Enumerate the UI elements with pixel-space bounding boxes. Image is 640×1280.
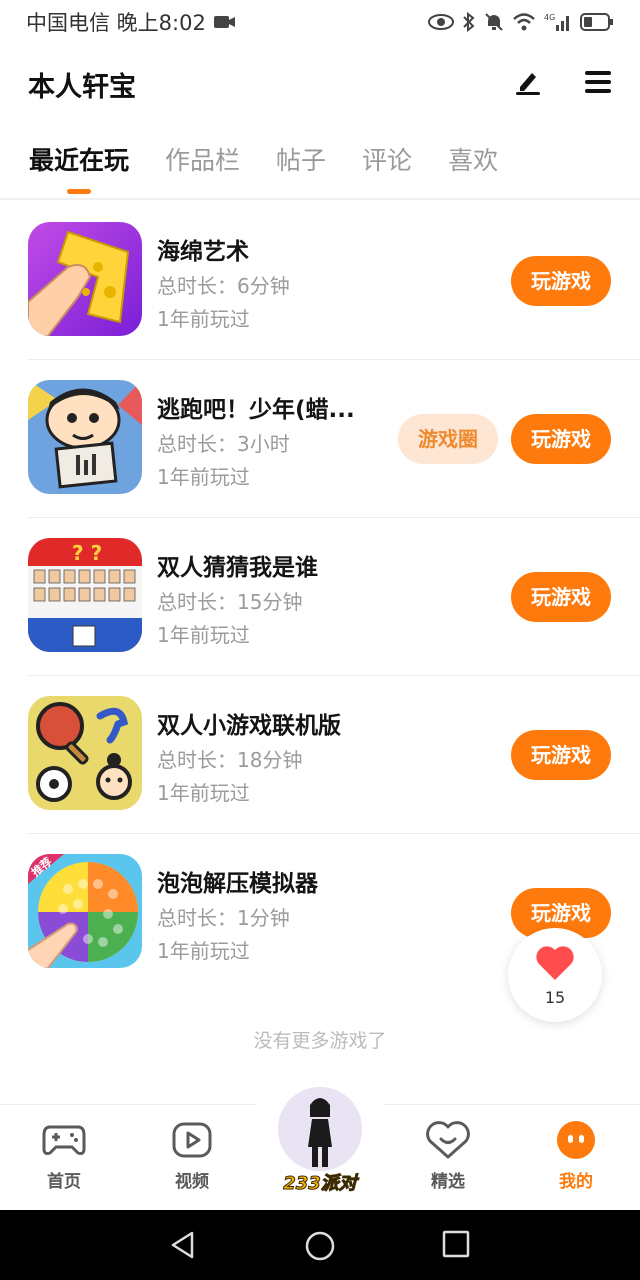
play-game-button[interactable]: 玩游戏 bbox=[511, 730, 611, 780]
carrier-time: 中国电信 晚上8:02 bbox=[26, 11, 206, 35]
nav-mine[interactable]: 我的 bbox=[526, 1121, 626, 1192]
gamepad-icon bbox=[42, 1123, 86, 1161]
nav-home-label: 首页 bbox=[47, 1172, 81, 1192]
video-recording-icon bbox=[213, 10, 236, 34]
heart-icon bbox=[534, 944, 576, 986]
game-icon-escape-boy[interactable] bbox=[28, 380, 142, 494]
profile-header: 本人轩宝 bbox=[0, 52, 640, 116]
play-game-button[interactable]: 玩游戏 bbox=[511, 572, 611, 622]
mute-bell-icon bbox=[484, 12, 504, 32]
system-navigation-bar bbox=[0, 1210, 640, 1280]
cellular-signal-icon: 4G bbox=[544, 13, 572, 31]
game-duration: 总时长：3小时 bbox=[157, 432, 290, 456]
video-play-icon bbox=[172, 1122, 212, 1162]
status-left: 中国电信 晚上8:02 bbox=[26, 7, 236, 37]
game-name: 海绵艺术 bbox=[157, 239, 249, 265]
nav-mine-label: 我的 bbox=[559, 1172, 593, 1192]
list-end-text: 没有更多游戏了 bbox=[253, 1030, 387, 1052]
nav-party-avatar[interactable] bbox=[278, 1087, 362, 1171]
game-row[interactable]: 双人小游戏联机版 总时长：18分钟 1年前玩过 玩游戏 bbox=[28, 676, 640, 834]
game-icon-bubble-pop[interactable]: 推荐 bbox=[28, 854, 142, 968]
game-last-played: 1年前玩过 bbox=[157, 465, 250, 489]
like-float-button[interactable]: 15 bbox=[508, 928, 602, 1022]
nav-featured[interactable]: 精选 bbox=[398, 1121, 498, 1192]
recent-games-list: 海绵艺术 总时长：6分钟 1年前玩过 玩游戏 逃跑吧！少年(蜡... 总时长：3… bbox=[0, 202, 640, 992]
tab-likes[interactable]: 喜欢 bbox=[448, 132, 498, 192]
page-title: 本人轩宝 bbox=[28, 71, 136, 103]
smiley-face-icon bbox=[556, 1120, 596, 1164]
like-count: 15 bbox=[544, 987, 566, 1007]
eye-icon bbox=[428, 14, 454, 30]
back-triangle-icon[interactable] bbox=[168, 1230, 198, 1264]
game-name: 逃跑吧！少年(蜡... bbox=[157, 397, 355, 423]
game-last-played: 1年前玩过 bbox=[157, 307, 250, 331]
recents-square-icon[interactable] bbox=[442, 1230, 470, 1262]
svg-text:? ?: ? ? bbox=[72, 541, 102, 565]
tab-comments[interactable]: 评论 bbox=[362, 132, 412, 192]
home-circle-icon[interactable] bbox=[304, 1230, 336, 1266]
game-duration: 总时长：1分钟 bbox=[157, 906, 290, 930]
play-game-button[interactable]: 玩游戏 bbox=[511, 256, 611, 306]
battery-icon bbox=[580, 13, 614, 31]
heart-chat-icon bbox=[426, 1121, 470, 1163]
tab-works[interactable]: 作品栏 bbox=[165, 132, 240, 192]
game-icon-two-player-games[interactable] bbox=[28, 696, 142, 810]
game-name: 双人猜猜我是谁 bbox=[157, 555, 318, 581]
game-row[interactable]: 海绵艺术 总时长：6分钟 1年前玩过 玩游戏 bbox=[28, 202, 640, 360]
tab-recently-played[interactable]: 最近在玩 bbox=[29, 132, 129, 192]
game-last-played: 1年前玩过 bbox=[157, 623, 250, 647]
play-game-button[interactable]: 玩游戏 bbox=[511, 414, 611, 464]
game-circle-button[interactable]: 游戏圈 bbox=[398, 414, 498, 464]
network-label: 4G bbox=[544, 13, 555, 22]
edit-pencil-icon[interactable] bbox=[514, 68, 542, 100]
tab-posts[interactable]: 帖子 bbox=[276, 132, 326, 192]
game-last-played: 1年前玩过 bbox=[157, 781, 250, 805]
game-duration: 总时长：6分钟 bbox=[157, 274, 290, 298]
nav-video-label: 视频 bbox=[175, 1172, 209, 1192]
game-icon-sponge-art[interactable] bbox=[28, 222, 142, 336]
header-actions bbox=[514, 68, 612, 100]
status-right: 4G bbox=[428, 12, 614, 32]
game-name: 泡泡解压模拟器 bbox=[157, 871, 318, 897]
menu-icon[interactable] bbox=[584, 69, 612, 99]
nav-home[interactable]: 首页 bbox=[14, 1121, 114, 1192]
status-bar: 中国电信 晚上8:02 4G bbox=[0, 0, 640, 44]
nav-featured-label: 精选 bbox=[431, 1172, 465, 1192]
nav-video[interactable]: 视频 bbox=[142, 1121, 242, 1192]
game-row[interactable]: ? ? 双人猜猜我是谁 总时长：15分钟 1年前玩过 玩游戏 bbox=[28, 518, 640, 676]
bluetooth-icon bbox=[462, 12, 476, 32]
game-row[interactable]: 逃跑吧！少年(蜡... 总时长：3小时 1年前玩过 游戏圈 玩游戏 bbox=[28, 360, 640, 518]
game-last-played: 1年前玩过 bbox=[157, 939, 250, 963]
game-icon-guess-who[interactable]: ? ? bbox=[28, 538, 142, 652]
wifi-icon bbox=[512, 13, 536, 31]
profile-tabs: 最近在玩 作品栏 帖子 评论 喜欢 bbox=[0, 132, 640, 200]
game-name: 双人小游戏联机版 bbox=[157, 713, 341, 739]
game-duration: 总时长：18分钟 bbox=[157, 748, 303, 772]
bottom-navigation: 首页 视频 233派对 精选 我的 bbox=[0, 1065, 640, 1210]
game-duration: 总时长：15分钟 bbox=[157, 590, 303, 614]
nav-party-label[interactable]: 233派对 bbox=[270, 1169, 370, 1195]
